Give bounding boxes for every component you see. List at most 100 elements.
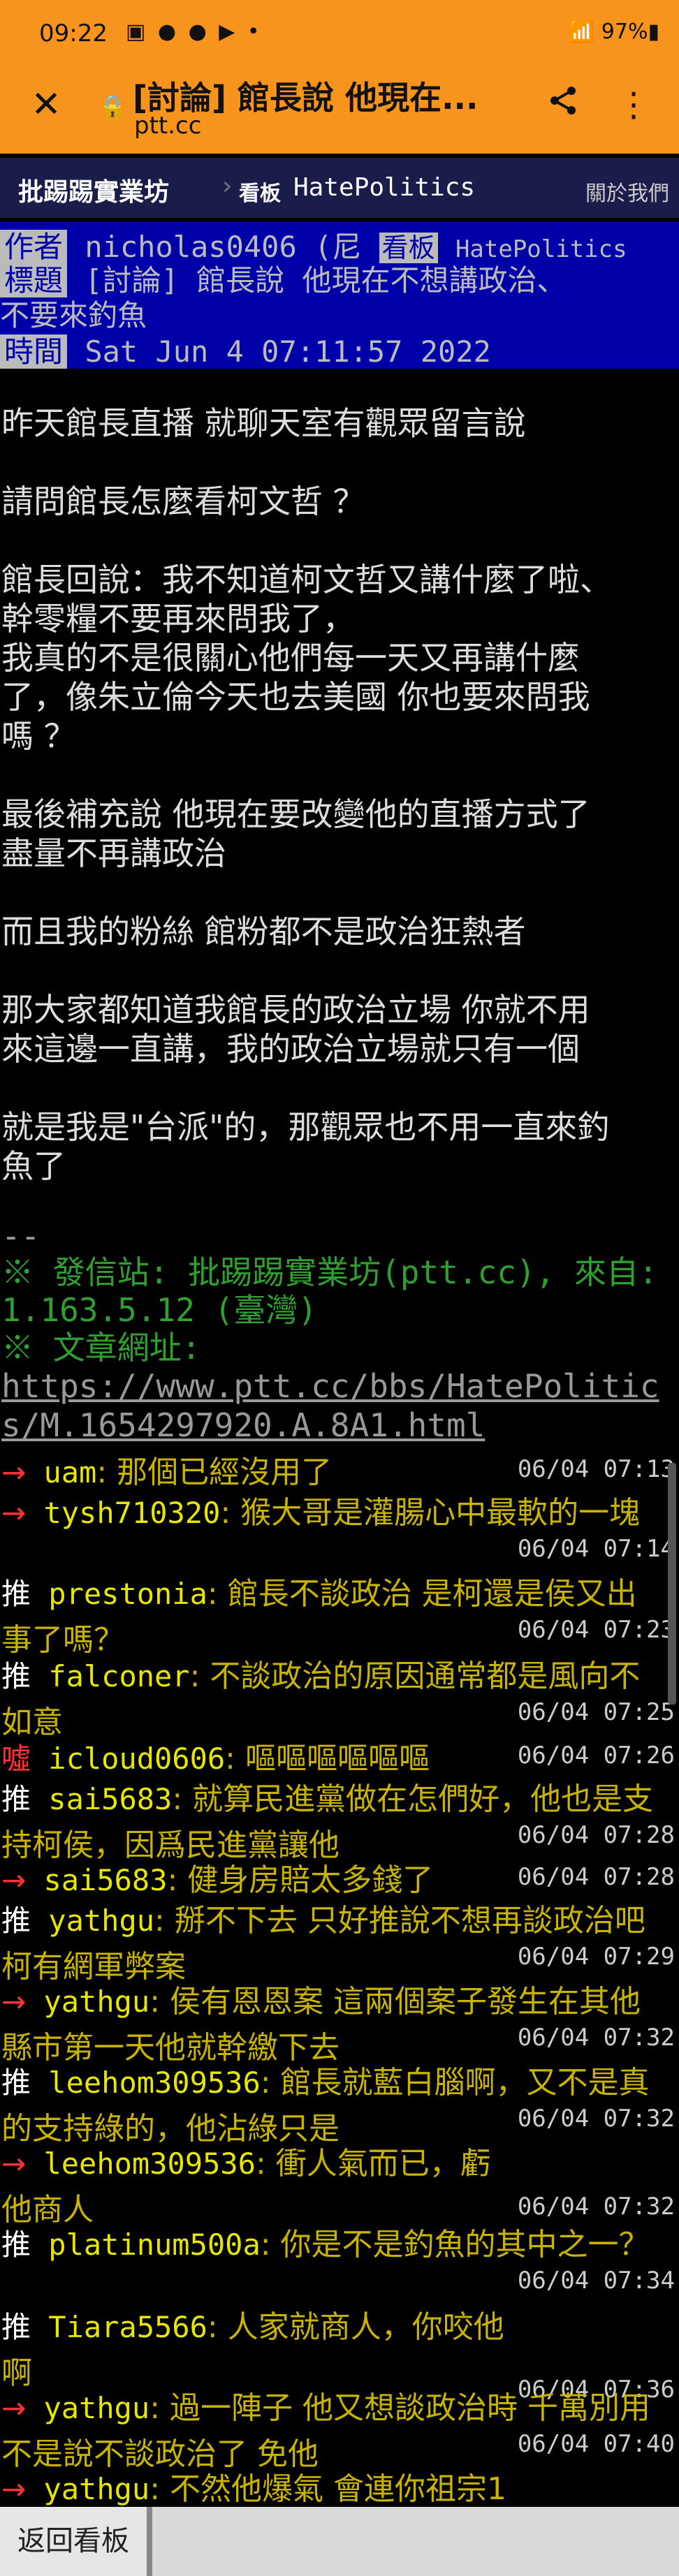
push-tag: 推 — [1, 2310, 31, 2344]
breadcrumb-separator: › — [222, 172, 233, 200]
push-time: 06/04 07:32 — [517, 2193, 675, 2221]
push-time: 06/04 07:34 — [517, 2267, 675, 2295]
push-row: 推 yathgu: 掰不下去 只好推說不想再談政治吧 柯有網軍弊案 06/04 0… — [0, 1901, 679, 1985]
signature-ip: 1.163.5.12 (臺灣) — [1, 1291, 318, 1329]
back-to-board-button[interactable]: 返回看板 — [0, 2507, 152, 2576]
close-icon[interactable]: ✕ — [25, 84, 67, 126]
push-time: 06/04 07:28 — [517, 1821, 675, 1849]
push-tag: → — [1, 2391, 27, 2425]
notification-icons: ▣ ● ● ▶ • — [126, 20, 263, 44]
push-tag: 推 — [1, 2066, 31, 2100]
article-url-link[interactable]: https://www.ptt.cc/bbs/HatePolitics/M.16… — [1, 1367, 676, 1445]
push-user: prestonia — [31, 1577, 207, 1611]
push-user: icloud0606 — [31, 1742, 226, 1776]
push-row: → tysh710320: 猴大哥是灌腸心中最軟的一塊 06/04 07:14 — [0, 1493, 679, 1574]
push-content: → uam: 那個已經沒用了 — [1, 1452, 515, 1499]
browser-toolbar: ✕ 🔒 [討論] 館長說 他現在... ptt.cc ⋮ — [0, 70, 679, 154]
push-user: uam — [26, 1455, 97, 1489]
scrollbar[interactable] — [668, 1463, 676, 1705]
push-row: → yathgu: 過一陣子 他又想談政治時 千萬別用 不是說不談政治了 免他 0… — [0, 2388, 679, 2472]
push-time: 06/04 07:40 — [517, 2430, 675, 2458]
ptt-header: 批踢踢實業坊 › 看板 HatePolitics 關於我們 — [0, 158, 679, 218]
push-tag: 噓 — [1, 1742, 31, 1776]
push-text: : 健身房賠太多錢了 — [167, 1862, 434, 1898]
push-content: 推 platinum500a: 你是不是釣魚的其中之一？ — [1, 2225, 658, 2271]
push-user: tysh710320 — [26, 1496, 221, 1530]
article-meta: 作者 nicholas0406 (尼 看板 HatePolitics 標題 [討… — [0, 222, 679, 369]
push-content: → tysh710320: 猴大哥是灌腸心中最軟的一塊 — [1, 1493, 658, 1539]
push-tag: 推 — [1, 2228, 31, 2262]
push-time: 06/04 07:32 — [517, 2024, 675, 2052]
push-text: : 猴大哥是灌腸心中最軟的一塊 — [220, 1495, 641, 1531]
push-row: → yathgu: 不然他爆氣 會連你祖宗18代都 — [0, 2469, 679, 2553]
push-time: 06/04 07:32 — [517, 2105, 675, 2133]
push-tag: 推 — [1, 1659, 31, 1693]
push-tag: → — [1, 2147, 27, 2181]
push-row: 推 platinum500a: 你是不是釣魚的其中之一？ 06/04 07:34 — [0, 2225, 679, 2306]
signature-dashes: -- — [1, 1217, 41, 1255]
status-time: 09:22 — [39, 20, 108, 47]
push-text: : 你是不是釣魚的其中之一？ — [260, 2227, 650, 2262]
push-content: → leehom309536: 衝人氣而已，虧他商人 — [1, 2144, 515, 2236]
push-row: 推 leehom309536: 館長就藍白腦啊，又不是真的支持綠的，他沾綠只是 0… — [0, 2063, 679, 2147]
push-user: Tiara5566 — [31, 2310, 207, 2344]
push-user: sai5683 — [31, 1782, 173, 1816]
push-time: 06/04 07:29 — [517, 1943, 675, 1971]
push-time: 06/04 07:23 — [517, 1616, 675, 1644]
push-user: platinum500a — [31, 2228, 261, 2262]
push-time: 06/04 07:25 — [517, 1698, 675, 1726]
status-bar: 09:22 ▣ ● ● ▶ • 📶 97%▮ — [0, 0, 679, 70]
lock-icon: 🔒 — [98, 94, 128, 122]
push-user: leehom309536 — [31, 2066, 261, 2100]
push-tag: → — [1, 2472, 27, 2506]
signature-source: ※ 發信站: 批踢踢實業坊(ptt.cc), 來自: — [1, 1253, 658, 1291]
push-row: 推 Tiara5566: 人家就商人，你咬他啊 06/04 07:36 — [0, 2307, 679, 2404]
push-text: : 嘔嘔嘔嘔嘔嘔 — [225, 1741, 430, 1776]
push-row: 噓 icloud0606: 嘔嘔嘔嘔嘔嘔 06/04 07:26 — [0, 1739, 679, 1780]
push-time: 06/04 07:28 — [517, 1863, 675, 1891]
push-row: 推 falconer: 不談政治的原因通常都是風向不如意 06/04 07:25 — [0, 1656, 679, 1740]
push-user: falconer — [31, 1659, 190, 1693]
push-tag: → — [1, 1496, 27, 1530]
push-tag: 推 — [1, 1782, 31, 1816]
time-value: Sat Jun 4 07:11:57 2022 — [85, 334, 491, 369]
push-row: → sai5683: 健身房賠太多錢了 06/04 07:28 — [0, 1860, 679, 1901]
push-user: sai5683 — [26, 1863, 168, 1897]
push-row: 推 prestonia: 館長不談政治 是柯還是侯又出事了嗎？ 06/04 07:… — [0, 1574, 679, 1658]
signature-url-label: ※ 文章網址: — [1, 1329, 201, 1367]
push-content: 噓 icloud0606: 嘔嘔嘔嘔嘔嘔 — [1, 1739, 515, 1785]
push-user: yathgu — [31, 1904, 155, 1938]
push-content: → sai5683: 健身房賠太多錢了 — [1, 1860, 515, 1906]
push-time: 06/04 07:14 — [517, 1535, 675, 1563]
push-content: 推 Tiara5566: 人家就商人，你咬他啊 — [1, 2307, 515, 2399]
board-label: 看板 — [239, 182, 281, 206]
about-link[interactable]: 關於我們 — [585, 176, 669, 207]
push-time: 06/04 07:26 — [517, 1742, 675, 1769]
board-link[interactable]: HatePolitics — [293, 173, 475, 202]
more-menu-icon[interactable]: ⋮ — [616, 84, 651, 126]
time-label: 時間 — [0, 334, 68, 369]
push-time: 06/04 07:13 — [517, 1455, 675, 1483]
push-row: → leehom309536: 衝人氣而已，虧他商人 06/04 07:32 — [0, 2144, 679, 2228]
push-user: leehom309536 — [26, 2147, 256, 2181]
push-user: yathgu — [26, 2391, 150, 2425]
share-icon[interactable] — [542, 84, 584, 126]
push-text: : 那個已經沒用了 — [96, 1455, 333, 1490]
title-value-cont: 不要來釣魚 — [0, 298, 147, 332]
push-row: → yathgu: 侯有恩恩案 這兩個案子發生在其他縣市第一天他就幹繳下去 06/… — [0, 1982, 679, 2066]
site-logo-link[interactable]: 批踢踢實業坊 — [18, 172, 169, 208]
article-body: 昨天館長直播 就聊天室有觀眾留言說 請問館長怎麼看柯文哲 ？ 館長回說：我不知道… — [1, 404, 612, 1185]
push-tag: 推 — [1, 1577, 31, 1611]
push-row: → uam: 那個已經沒用了 06/04 07:13 — [0, 1452, 679, 1494]
push-user: yathgu — [26, 1985, 150, 2019]
push-row: 推 sai5683: 就算民進黨做在怎們好，他也是支持柯侯，因爲民進黨讓他 06/… — [0, 1779, 679, 1863]
push-tag: → — [1, 1985, 27, 2019]
push-tag: 推 — [1, 1904, 31, 1938]
battery-signal-icons: 📶 97%▮ — [568, 20, 659, 44]
url-text[interactable]: ptt.cc — [134, 112, 201, 140]
bottom-bar: 返回看板 — [0, 2507, 679, 2576]
title-value: [討論] 館長說 他現在不想講政治、 — [85, 263, 567, 297]
push-user: yathgu — [26, 2472, 150, 2506]
push-tag: → — [1, 1863, 27, 1897]
push-tag: → — [1, 1455, 27, 1489]
